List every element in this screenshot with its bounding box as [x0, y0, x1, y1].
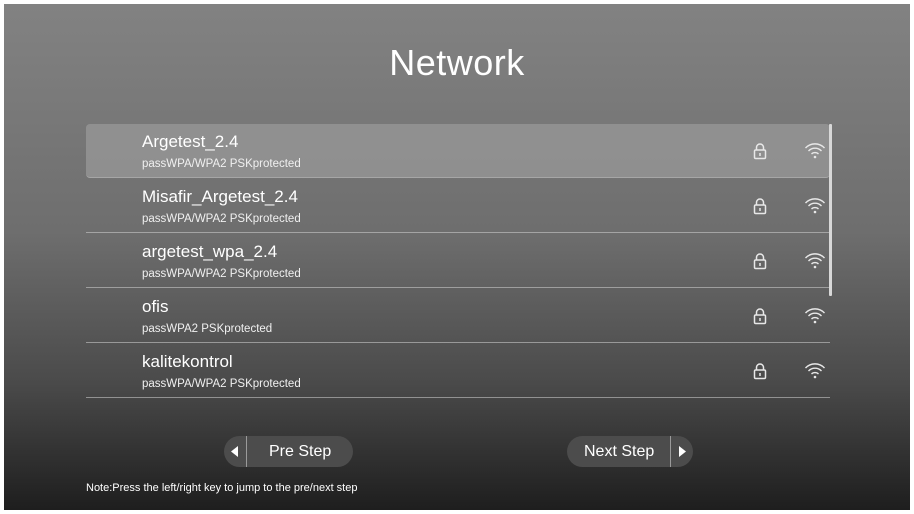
lock-icon [753, 198, 767, 215]
lock-icon [753, 143, 767, 160]
network-security: passWPA/WPA2 PSKprotected [142, 213, 301, 225]
network-name: ofis [142, 297, 169, 316]
network-item[interactable]: ofis passWPA2 PSKprotected [86, 289, 830, 343]
pre-step-button[interactable]: Pre Step [224, 436, 353, 467]
wifi-icon [804, 198, 826, 214]
network-security: passWPA/WPA2 PSKprotected [142, 268, 301, 280]
next-step-label: Next Step [584, 443, 655, 460]
network-setup-screen: Network Argetest_2.4 passWPA/WPA2 PSKpro… [4, 4, 910, 510]
network-name: argetest_wpa_2.4 [142, 242, 278, 261]
arrow-right-icon [670, 436, 693, 467]
navigation-hint: Note:Press the left/right key to jump to… [86, 482, 358, 494]
network-item[interactable]: argetest_wpa_2.4 passWPA/WPA2 PSKprotect… [86, 234, 830, 288]
next-step-button[interactable]: Next Step [567, 436, 693, 467]
network-name: Argetest_2.4 [142, 132, 239, 151]
list-scrollbar[interactable] [829, 124, 832, 296]
network-list: Argetest_2.4 passWPA/WPA2 PSKprotected M… [86, 124, 832, 398]
page-title: Network [389, 42, 525, 83]
wifi-icon [804, 143, 826, 159]
network-name: Misafir_Argetest_2.4 [142, 187, 298, 206]
network-name: kalitekontrol [142, 352, 233, 371]
arrow-left-icon [224, 436, 247, 467]
lock-icon [753, 308, 767, 325]
lock-icon [753, 253, 767, 270]
network-item[interactable]: Argetest_2.4 passWPA/WPA2 PSKprotected [86, 124, 830, 178]
lock-icon [753, 363, 767, 380]
wifi-icon [804, 363, 826, 379]
network-security: passWPA2 PSKprotected [142, 323, 273, 335]
pre-step-label: Pre Step [269, 443, 332, 460]
wifi-icon [804, 308, 826, 324]
network-item[interactable]: kalitekontrol passWPA/WPA2 PSKprotected [86, 344, 830, 398]
network-security: passWPA/WPA2 PSKprotected [142, 158, 301, 170]
network-security: passWPA/WPA2 PSKprotected [142, 378, 301, 390]
network-item[interactable]: Misafir_Argetest_2.4 passWPA/WPA2 PSKpro… [86, 179, 830, 233]
wifi-icon [804, 253, 826, 269]
